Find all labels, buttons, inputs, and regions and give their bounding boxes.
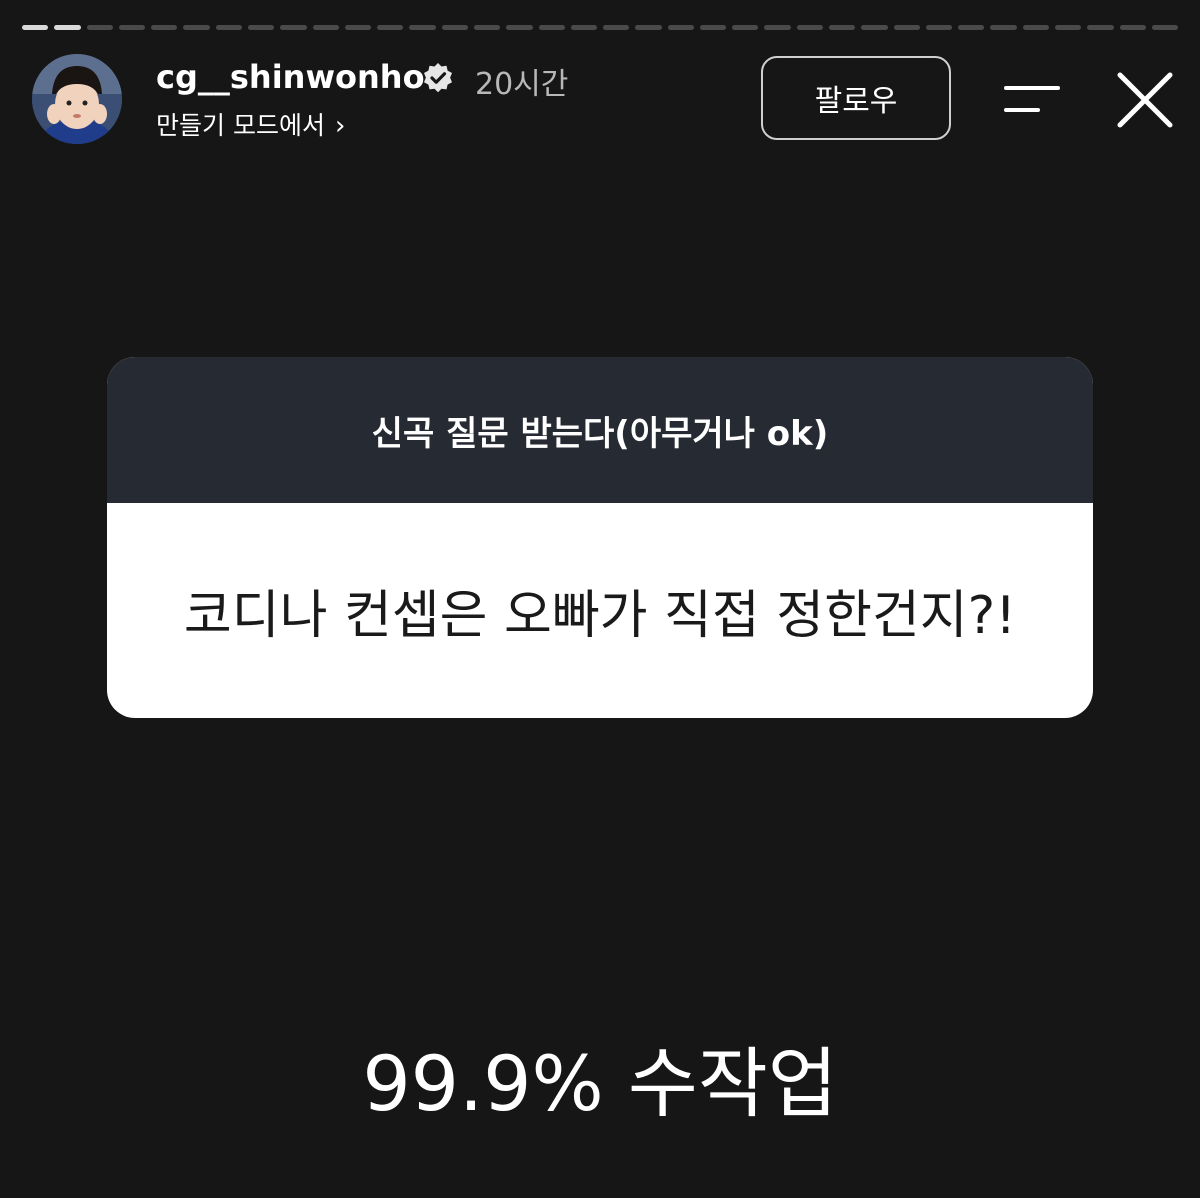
story-progress-segment	[796, 25, 824, 30]
story-progress-segment	[893, 25, 920, 30]
story-progress-segment	[22, 25, 49, 30]
username[interactable]: cg__shinwonho	[156, 58, 425, 96]
story-progress-segment	[732, 25, 759, 30]
story-progress-segment	[764, 25, 791, 30]
story-progress-segment	[1087, 25, 1114, 30]
question-prompt: 신곡 질문 받는다(아무거나 ok)	[371, 413, 829, 454]
avatar-image	[32, 54, 122, 144]
create-mode-link[interactable]: 만들기 모드에서 ›	[156, 106, 345, 142]
story-progress-segment	[635, 25, 662, 30]
avatar[interactable]	[32, 54, 122, 144]
follow-button[interactable]: 팔로우	[761, 56, 951, 140]
story-progress-segment	[667, 25, 694, 30]
create-mode-label: 만들기 모드에서	[156, 111, 325, 140]
verified-badge-icon	[422, 62, 454, 94]
story-header: cg__shinwonho 20시간 만들기 모드에서 › 팔로우	[32, 54, 1178, 146]
chevron-right-icon: ›	[334, 111, 346, 141]
story-progress-segment	[829, 25, 856, 30]
story-progress-bar	[22, 25, 1179, 31]
story-progress-segment	[506, 25, 533, 30]
story-progress-segment	[312, 25, 339, 30]
question-sticker-body: 코디나 컨셉은 오빠가 직접 정한건지?!	[107, 503, 1093, 718]
story-progress-segment	[925, 25, 953, 30]
story-progress-segment	[441, 25, 468, 30]
story-progress-segment	[473, 25, 501, 30]
story-progress-segment	[570, 25, 598, 30]
story-progress-segment	[151, 25, 178, 30]
story-progress-segment	[54, 25, 81, 30]
story-progress-segment	[344, 25, 372, 30]
question-text: 코디나 컨셉은 오빠가 직접 정한건지?!	[183, 586, 1017, 646]
story-progress-segment	[958, 25, 985, 30]
story-progress-segment	[1119, 25, 1146, 30]
answer-text: 99.9% 수작업	[362, 1039, 838, 1128]
story-progress-segment	[1022, 25, 1049, 30]
story-progress-segment	[183, 25, 210, 30]
story-progress-segment	[861, 25, 888, 30]
story-progress-segment	[990, 25, 1017, 30]
post-time: 20시간	[475, 67, 569, 102]
story-progress-segment	[377, 25, 404, 30]
close-icon[interactable]	[1114, 69, 1176, 131]
story-progress-segment	[280, 25, 307, 30]
story-progress-segment	[215, 25, 242, 30]
story-progress-segment	[1055, 25, 1082, 30]
story-progress-segment	[118, 25, 146, 30]
story-progress-segment	[603, 25, 630, 30]
story-screen: cg__shinwonho 20시간 만들기 모드에서 › 팔로우 신곡 질문 …	[0, 0, 1200, 1198]
question-sticker-header: 신곡 질문 받는다(아무거나 ok)	[107, 357, 1093, 503]
menu-icon[interactable]	[1002, 80, 1062, 120]
story-progress-segment	[409, 25, 436, 30]
story-progress-segment	[86, 25, 113, 30]
question-sticker: 신곡 질문 받는다(아무거나 ok) 코디나 컨셉은 오빠가 직접 정한건지?!	[107, 357, 1093, 718]
story-progress-segment	[699, 25, 727, 30]
story-progress-segment	[1151, 25, 1179, 30]
story-progress-segment	[538, 25, 565, 30]
story-progress-segment	[247, 25, 275, 30]
